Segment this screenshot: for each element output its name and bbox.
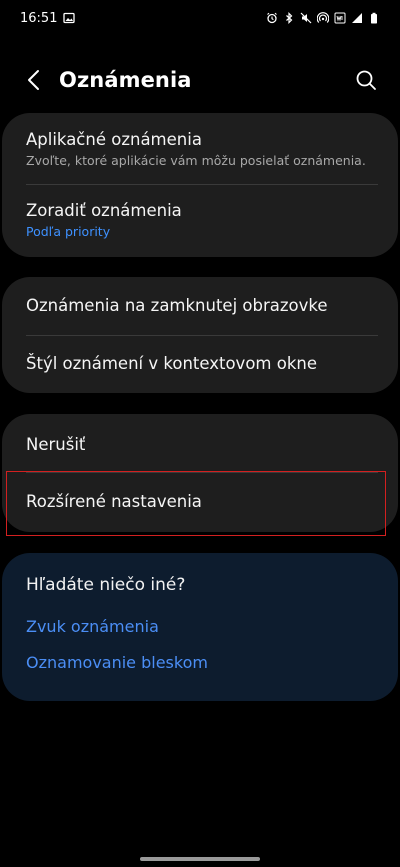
do-not-disturb-title: Nerušiť: [26, 435, 86, 454]
alarm-icon: [266, 12, 278, 24]
notifications-settings-screen: 16:51 Oznámenia Aplikačné oznámenia Zvoľ…: [0, 0, 400, 867]
divider: [26, 184, 378, 185]
popup-style-item[interactable]: Štýl oznámení v kontextovom okne: [2, 353, 398, 377]
sort-notifications-item[interactable]: Zoradiť oznámenia Podľa priority: [2, 200, 398, 252]
gallery-icon: [63, 12, 76, 24]
search-icon: [356, 70, 376, 90]
hotspot-icon: [317, 12, 329, 24]
advanced-settings-item[interactable]: Rozšírené nastavenia: [2, 491, 398, 515]
back-button[interactable]: [20, 66, 48, 94]
settings-group-app-notifications: Aplikačné oznámenia Zvoľte, ktoré apliká…: [2, 113, 398, 257]
page-title: Oznámenia: [59, 68, 192, 92]
status-bar-left: 16:51: [20, 10, 76, 26]
help-card-title: Hľadáte niečo iné?: [26, 575, 186, 595]
help-card: Hľadáte niečo iné? Zvuk oznámenia Oznamo…: [2, 553, 398, 701]
divider: [26, 335, 378, 336]
app-notifications-title: Aplikačné oznámenia: [26, 130, 202, 149]
settings-group-display: Oznámenia na zamknutej obrazovke Štýl oz…: [2, 277, 398, 393]
app-header: Oznámenia: [0, 56, 400, 104]
signal-icon: [351, 12, 363, 24]
search-button[interactable]: [352, 66, 380, 94]
sort-notifications-value: Podľa priority: [26, 224, 111, 239]
bluetooth-icon: [283, 12, 295, 24]
mute-icon: [300, 12, 312, 24]
app-notifications-item[interactable]: Aplikačné oznámenia Zvoľte, ktoré apliká…: [2, 129, 398, 185]
settings-group-advanced: Nerušiť Rozšírené nastavenia: [2, 414, 398, 532]
popup-style-title: Štýl oznámení v kontextovom okne: [26, 354, 317, 373]
flash-notification-link[interactable]: Oznamovanie bleskom: [26, 653, 208, 672]
status-bar: 16:51: [0, 0, 400, 36]
chevron-left-icon: [28, 70, 39, 90]
advanced-settings-title: Rozšírené nastavenia: [26, 492, 202, 511]
status-bar-right: [266, 12, 380, 24]
battery-icon: [368, 12, 380, 24]
divider: [26, 472, 378, 473]
status-time: 16:51: [20, 10, 58, 26]
home-indicator[interactable]: [140, 857, 260, 861]
wifi-calling-icon: [334, 12, 346, 24]
sort-notifications-title: Zoradiť oznámenia: [26, 201, 182, 220]
notification-sound-link[interactable]: Zvuk oznámenia: [26, 617, 159, 636]
lock-screen-notifications-item[interactable]: Oznámenia na zamknutej obrazovke: [2, 295, 398, 319]
lock-screen-notifications-title: Oznámenia na zamknutej obrazovke: [26, 296, 328, 315]
do-not-disturb-item[interactable]: Nerušiť: [2, 434, 398, 458]
app-notifications-subtitle: Zvoľte, ktoré aplikácie vám môžu posiela…: [26, 153, 366, 168]
